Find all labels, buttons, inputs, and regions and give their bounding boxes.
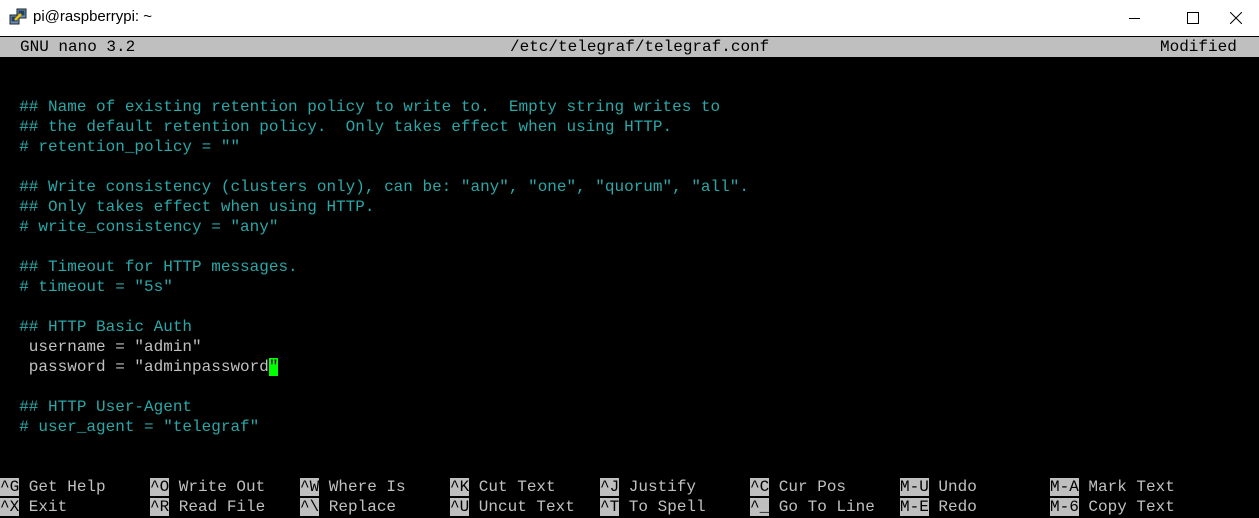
shortcut-go-to-line[interactable]: ^_ Go To Line — [750, 497, 875, 517]
line-text: # user_agent = "telegraf" — [0, 418, 260, 436]
shortcut-label: Exit — [19, 498, 68, 516]
shortcut-label: Where Is — [319, 478, 406, 496]
line-text: ## Write consistency (clusters only), ca… — [0, 178, 749, 196]
shortcut-key: ^X — [0, 498, 20, 516]
shortcut-key: ^J — [600, 478, 620, 496]
maximize-button[interactable] — [1170, 0, 1216, 36]
shortcut-label: Cut Text — [469, 478, 556, 496]
shortcut-key: M-A — [1050, 478, 1079, 496]
shortcut-key: ^G — [0, 478, 20, 496]
shortcut-uncut-text[interactable]: ^U Uncut Text — [450, 497, 575, 517]
minimize-button[interactable] — [1112, 0, 1158, 36]
shortcut-label: To Spell — [619, 498, 706, 516]
comment-line: ## Timeout for HTTP messages. — [0, 257, 298, 277]
shortcut-key: ^C — [750, 478, 770, 496]
code-line: username = "admin" — [0, 337, 202, 357]
shortcut-read-file[interactable]: ^R Read File — [150, 497, 265, 517]
shortcut-copy-text[interactable]: M-6 Copy Text — [1050, 497, 1175, 517]
comment-line: # timeout = "5s" — [0, 277, 173, 297]
shortcut-label: Undo — [928, 478, 977, 496]
shortcut-label: Read File — [169, 498, 266, 516]
text-cursor: " — [268, 358, 279, 376]
minimize-icon — [1129, 18, 1140, 19]
shortcut-label: Write Out — [169, 478, 266, 496]
shortcut-key: ^K — [450, 478, 470, 496]
shortcut-label: Get Help — [19, 478, 106, 496]
nano-header-bar: GNU nano 3.2 /etc/telegraf/telegraf.conf… — [0, 37, 1259, 57]
comment-line: ## Only takes effect when using HTTP. — [0, 197, 374, 217]
shortcut-label: Mark Text — [1078, 478, 1175, 496]
line-text: # retention_policy = "" — [0, 138, 241, 156]
comment-line: ## Name of existing retention policy to … — [0, 97, 720, 117]
shortcut-key: ^_ — [750, 498, 770, 516]
line-text: ## Name of existing retention policy to … — [0, 98, 721, 116]
comment-line: ## HTTP Basic Auth — [0, 317, 192, 337]
code-line: password = "adminpassword" — [0, 357, 279, 377]
shortcut-mark-text[interactable]: M-A Mark Text — [1050, 477, 1175, 497]
window-title: pi@raspberrypi: ~ — [33, 8, 153, 25]
close-icon — [1230, 12, 1242, 24]
line-text: # timeout = "5s" — [0, 278, 173, 296]
comment-line: ## the default retention policy. Only ta… — [0, 117, 672, 137]
comment-line: # retention_policy = "" — [0, 137, 240, 157]
shortcut-get-help[interactable]: ^G Get Help — [0, 477, 106, 497]
line-text: username = "admin" — [0, 338, 202, 356]
line-text: ## Timeout for HTTP messages. — [0, 258, 298, 276]
shortcut-key: ^W — [300, 478, 320, 496]
file-name: /etc/telegraf/telegraf.conf — [510, 38, 770, 56]
shortcut-key: M-E — [900, 498, 929, 516]
shortcut-key: ^O — [150, 478, 170, 496]
putty-terminal-icon — [9, 8, 27, 25]
shortcut-label: Copy Text — [1078, 498, 1175, 516]
shortcut-key: ^T — [600, 498, 620, 516]
shortcut-label: Justify — [619, 478, 697, 496]
shortcut-label: Go To Line — [769, 498, 875, 516]
shortcut-key: ^\ — [300, 498, 320, 516]
shortcut-to-spell[interactable]: ^T To Spell — [600, 497, 706, 517]
line-text: ## HTTP User-Agent — [0, 398, 193, 416]
close-button[interactable] — [1213, 0, 1259, 36]
nano-version: GNU nano 3.2 — [20, 38, 136, 56]
line-text: password = "adminpassword — [0, 358, 269, 376]
modified-status: Modified — [1160, 38, 1237, 56]
shortcut-key: M-6 — [1050, 498, 1079, 516]
comment-line: # user_agent = "telegraf" — [0, 417, 259, 437]
line-text: ## Only takes effect when using HTTP. — [0, 198, 375, 216]
line-text: ## the default retention policy. Only ta… — [0, 118, 673, 136]
comment-line: ## Write consistency (clusters only), ca… — [0, 177, 749, 197]
shortcut-undo[interactable]: M-U Undo — [900, 477, 977, 497]
comment-line: # write_consistency = "any" — [0, 217, 278, 237]
shortcut-key: M-U — [900, 478, 929, 496]
shortcut-label: Replace — [319, 498, 397, 516]
shortcut-where-is[interactable]: ^W Where Is — [300, 477, 406, 497]
shortcut-key: ^U — [450, 498, 470, 516]
shortcut-exit[interactable]: ^X Exit — [0, 497, 67, 517]
line-text: # write_consistency = "any" — [0, 218, 279, 236]
window-titlebar[interactable]: pi@raspberrypi: ~ — [0, 0, 1259, 36]
shortcut-replace[interactable]: ^\ Replace — [300, 497, 396, 517]
comment-line: ## HTTP User-Agent — [0, 397, 192, 417]
shortcut-write-out[interactable]: ^O Write Out — [150, 477, 265, 497]
shortcut-label: Uncut Text — [469, 498, 575, 516]
shortcut-cur-pos[interactable]: ^C Cur Pos — [750, 477, 846, 497]
shortcut-justify[interactable]: ^J Justify — [600, 477, 696, 497]
shortcut-cut-text[interactable]: ^K Cut Text — [450, 477, 556, 497]
line-text: ## HTTP Basic Auth — [0, 318, 193, 336]
shortcut-redo[interactable]: M-E Redo — [900, 497, 977, 517]
shortcut-key: ^R — [150, 498, 170, 516]
shortcut-label: Cur Pos — [769, 478, 847, 496]
maximize-icon — [1187, 12, 1199, 24]
shortcut-label: Redo — [928, 498, 977, 516]
